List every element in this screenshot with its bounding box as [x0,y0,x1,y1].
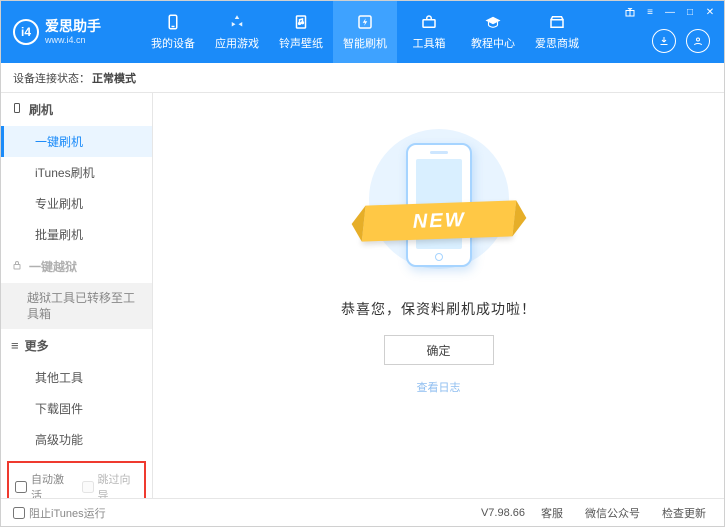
main-content: NEW 恭喜您，保资料刷机成功啦！ 确定 查看日志 [153,93,724,498]
sidebar-item-jailbreak-note[interactable]: 越狱工具已转移至工具箱 [1,283,152,329]
footer: 阻止iTunes运行 V7.98.66 客服 微信公众号 检查更新 [1,498,724,526]
menu-icon: ≡ [11,338,19,353]
section-label: 刷机 [29,101,53,118]
nav-label: 我的设备 [151,35,195,51]
sidebar-item-batch-flash[interactable]: 批量刷机 [1,219,152,250]
nav-apps-games[interactable]: 应用游戏 [205,1,269,63]
nav-label: 智能刷机 [343,35,387,51]
gamepad-icon [228,13,246,31]
flash-icon [356,13,374,31]
status-value: 正常模式 [92,70,136,86]
app-window: i4 爱思助手 www.i4.cn 我的设备 应用游戏 铃声壁纸 智能刷机 [0,0,725,527]
checkbox-block-itunes[interactable]: 阻止iTunes运行 [13,505,106,521]
download-button[interactable] [652,29,676,53]
minimize-icon[interactable]: — [662,5,678,19]
sidebar-item-advanced[interactable]: 高级功能 [1,424,152,455]
section-flash[interactable]: 刷机 [1,93,152,126]
footer-link-support[interactable]: 客服 [535,505,569,521]
footer-link-wechat[interactable]: 微信公众号 [579,505,646,521]
sidebar: 刷机 一键刷机 iTunes刷机 专业刷机 批量刷机 一键越狱 越狱工具已转移至… [1,93,153,498]
brand-name: 爱思助手 [45,19,101,34]
window-controls: ≡ — □ ✕ [622,5,718,19]
toolbox-icon [420,13,438,31]
titlebar: i4 爱思助手 www.i4.cn 我的设备 应用游戏 铃声壁纸 智能刷机 [1,1,724,63]
nav-label: 爱思商城 [535,35,579,51]
nav-label: 应用游戏 [215,35,259,51]
checkbox-input[interactable] [15,481,27,493]
maximize-icon[interactable]: □ [682,5,698,19]
status-label: 设备连接状态： [13,70,90,86]
nav-my-device[interactable]: 我的设备 [141,1,205,63]
ok-button[interactable]: 确定 [384,335,494,365]
nav-toolbox[interactable]: 工具箱 [397,1,461,63]
nav-label: 工具箱 [413,35,446,51]
version-label: V7.98.66 [481,507,525,519]
section-label: 更多 [25,337,49,354]
header-actions [652,29,710,53]
nav-label: 教程中心 [471,35,515,51]
section-jailbreak: 一键越狱 [1,250,152,283]
close-icon[interactable]: ✕ [702,5,718,19]
nav-smart-flash[interactable]: 智能刷机 [333,1,397,63]
phone-icon [164,13,182,31]
nav-store[interactable]: 爱思商城 [525,1,589,63]
graduation-icon [484,13,502,31]
checkbox-auto-activate[interactable]: 自动激活 [15,471,72,498]
new-ribbon: NEW [361,200,515,241]
sidebar-item-other-tools[interactable]: 其他工具 [1,362,152,393]
main-nav: 我的设备 应用游戏 铃声壁纸 智能刷机 工具箱 教程中心 [141,1,589,63]
footer-link-update[interactable]: 检查更新 [656,505,712,521]
nav-tutorials[interactable]: 教程中心 [461,1,525,63]
view-log-link[interactable]: 查看日志 [417,379,461,395]
sidebar-item-itunes-flash[interactable]: iTunes刷机 [1,157,152,188]
checkbox-label: 自动激活 [31,471,72,498]
brand: i4 爱思助手 www.i4.cn [1,1,141,63]
sidebar-item-pro-flash[interactable]: 专业刷机 [1,188,152,219]
gift-icon[interactable] [622,5,638,19]
checkbox-label: 阻止iTunes运行 [29,505,106,521]
highlight-box: 自动激活 跳过向导 [7,461,146,498]
music-file-icon [292,13,310,31]
success-illustration: NEW [344,129,534,279]
lock-icon [11,259,23,274]
phone-icon [11,101,23,118]
menu-icon[interactable]: ≡ [642,5,658,19]
user-button[interactable] [686,29,710,53]
section-label: 一键越狱 [29,258,77,275]
section-more[interactable]: ≡ 更多 [1,329,152,362]
device-status-bar: 设备连接状态： 正常模式 [1,63,724,93]
brand-url: www.i4.cn [45,35,101,45]
checkbox-input[interactable] [13,507,25,519]
sidebar-item-download-firmware[interactable]: 下载固件 [1,393,152,424]
brand-logo-icon: i4 [13,19,39,45]
success-message: 恭喜您，保资料刷机成功啦！ [341,299,536,319]
body: 刷机 一键刷机 iTunes刷机 专业刷机 批量刷机 一键越狱 越狱工具已转移至… [1,93,724,498]
sidebar-item-onekey-flash[interactable]: 一键刷机 [1,126,152,157]
checkbox-label: 跳过向导 [98,471,139,498]
nav-ringtones[interactable]: 铃声壁纸 [269,1,333,63]
store-icon [548,13,566,31]
checkbox-skip-guide[interactable]: 跳过向导 [82,471,139,498]
nav-label: 铃声壁纸 [279,35,323,51]
checkbox-input [82,481,94,493]
